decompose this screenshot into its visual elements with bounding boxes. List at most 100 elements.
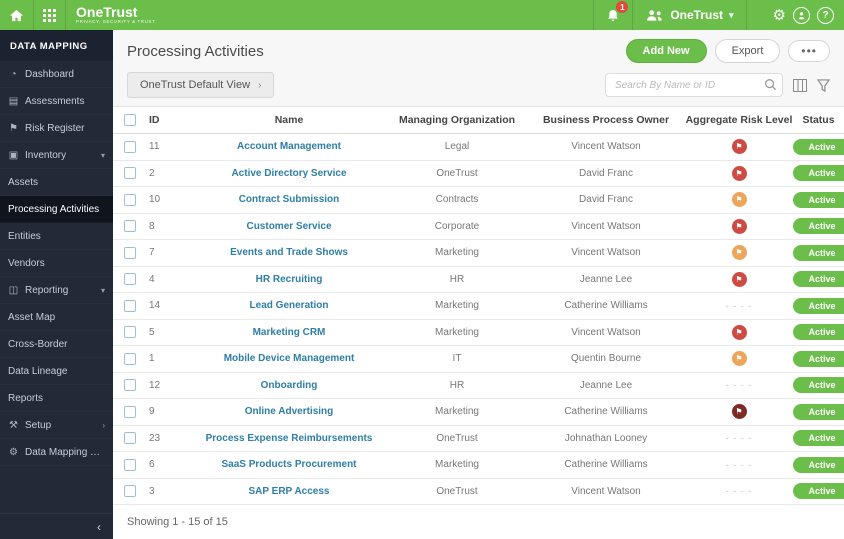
table-row[interactable]: 4 HR Recruiting HR Jeanne Lee ⚑ Active — [113, 267, 844, 293]
row-name-link[interactable]: Online Advertising — [245, 406, 334, 417]
more-options-button[interactable]: ••• — [788, 40, 830, 62]
status-badge: Active — [793, 271, 844, 288]
sidebar-item-reports[interactable]: Reports — [0, 385, 113, 412]
row-name-link[interactable]: Process Expense Reimbursements — [206, 433, 373, 444]
risk-flag-icon: ⚑ — [731, 351, 747, 367]
sidebar-item-processing-activities[interactable]: Processing Activities — [0, 196, 113, 223]
table-row[interactable]: 2 Active Directory Service OneTrust Davi… — [113, 161, 844, 187]
row-checkbox[interactable] — [124, 485, 136, 498]
row-name-link[interactable]: Marketing CRM — [253, 327, 326, 338]
row-name-link[interactable]: Mobile Device Management — [224, 353, 355, 364]
brand-logo: OneTrust Privacy, Security & Trust — [66, 0, 165, 30]
column-settings-icon[interactable] — [793, 78, 807, 92]
table-row[interactable]: 10 Contract Submission Contracts David F… — [113, 187, 844, 214]
row-name-link[interactable]: SAP ERP Access — [249, 486, 330, 497]
row-checkbox[interactable] — [124, 273, 136, 286]
sidebar-item-risk-register[interactable]: ⚑ Risk Register — [0, 115, 113, 142]
grid-icon — [43, 8, 56, 22]
row-name-link[interactable]: Customer Service — [246, 221, 331, 232]
app-window: OneTrust Privacy, Security & Trust 1 One… — [0, 0, 844, 539]
table-row[interactable]: 11 Account Management Legal Vincent Wats… — [113, 134, 844, 161]
settings-gear-icon[interactable]: ⚙ — [773, 6, 786, 24]
home-button[interactable] — [0, 0, 34, 30]
row-id: 8 — [149, 220, 155, 232]
column-header-managing-organization[interactable]: Managing Organization — [387, 114, 527, 126]
row-checkbox[interactable] — [124, 299, 136, 312]
sidebar-item-reporting[interactable]: ◫ Reporting ▾ — [0, 277, 113, 304]
row-managing-organization: Corporate — [434, 220, 480, 232]
dashboard-icon: ◔ — [10, 68, 17, 80]
view-selector-button[interactable]: OneTrust Default View › — [127, 72, 275, 98]
search-input[interactable] — [605, 73, 783, 97]
row-managing-organization: OneTrust — [436, 432, 478, 444]
table-row[interactable]: 5 Marketing CRM Marketing Vincent Watson… — [113, 320, 844, 346]
sidebar-item-entities[interactable]: Entities — [0, 223, 113, 250]
row-checkbox[interactable] — [124, 246, 136, 259]
row-checkbox[interactable] — [124, 220, 136, 233]
sidebar-item-setup[interactable]: ⚒ Setup › — [0, 412, 113, 439]
sidebar-item-inventory[interactable]: ▣ Inventory ▾ — [0, 142, 113, 169]
column-header-aggregate-risk-level[interactable]: Aggregate Risk Level — [685, 114, 793, 126]
export-button[interactable]: Export — [714, 39, 781, 63]
row-checkbox[interactable] — [124, 352, 136, 365]
row-name-link[interactable]: Onboarding — [261, 380, 318, 391]
table-row[interactable]: 12 Onboarding HR Jeanne Lee - - - - Acti… — [113, 373, 844, 399]
status-badge: Active — [793, 191, 844, 208]
chevron-down-icon: ▾ — [100, 285, 105, 295]
notifications-button[interactable]: 1 — [593, 0, 632, 30]
table-row[interactable]: 14 Lead Generation Marketing Catherine W… — [113, 293, 844, 320]
app-switcher-button[interactable] — [34, 0, 66, 30]
column-header-name[interactable]: Name — [191, 114, 387, 126]
sidebar-collapse-button[interactable]: ‹ — [0, 513, 113, 539]
row-name-link[interactable]: Contract Submission — [239, 194, 340, 205]
sidebar-item-cross-border[interactable]: Cross-Border — [0, 331, 113, 358]
sidebar-item-asset-map[interactable]: Asset Map — [0, 304, 113, 331]
table-row[interactable]: 6 SaaS Products Procurement Marketing Ca… — [113, 452, 844, 479]
row-name-link[interactable]: HR Recruiting — [256, 274, 323, 285]
sidebar-item-assessments[interactable]: ▤ Assessments — [0, 88, 113, 115]
chevron-right-icon: › — [102, 420, 105, 430]
user-account-icon[interactable] — [793, 6, 810, 24]
results-count: Showing 1 - 15 of 15 — [113, 505, 844, 539]
row-name-link[interactable]: Active Directory Service — [231, 168, 346, 179]
column-header-business-process-owner[interactable]: Business Process Owner — [527, 114, 685, 126]
add-new-button[interactable]: Add New — [625, 39, 707, 63]
row-name-link[interactable]: Account Management — [237, 141, 341, 152]
column-header-id[interactable]: ID — [147, 114, 191, 126]
org-selector-dropdown[interactable]: OneTrust ▾ — [632, 0, 747, 30]
row-name-link[interactable]: Lead Generation — [250, 300, 329, 311]
row-checkbox[interactable] — [124, 458, 136, 471]
row-managing-organization: HR — [449, 273, 465, 285]
status-badge: Active — [793, 165, 844, 182]
sidebar-item-data-mapping-settings[interactable]: ⚙ Data Mapping Settings — [0, 439, 113, 466]
sidebar-item-dashboard[interactable]: ◔ Dashboard — [0, 61, 113, 88]
table-row[interactable]: 8 Customer Service Corporate Vincent Wat… — [113, 214, 844, 240]
table-row[interactable]: 7 Events and Trade Shows Marketing Vince… — [113, 240, 844, 267]
row-id: 6 — [149, 459, 155, 471]
page-header: Processing Activities Add New Export ••• — [113, 30, 844, 70]
row-checkbox[interactable] — [124, 326, 136, 339]
table-row[interactable]: 9 Online Advertising Marketing Catherine… — [113, 399, 844, 426]
row-checkbox[interactable] — [124, 379, 136, 392]
row-checkbox[interactable] — [124, 193, 136, 206]
row-checkbox[interactable] — [124, 167, 136, 180]
help-icon[interactable]: ? — [817, 6, 834, 24]
risk-level-cell: ⚑ — [685, 271, 793, 287]
sidebar-item-data-lineage[interactable]: Data Lineage — [0, 358, 113, 385]
table-row[interactable]: 3 SAP ERP Access OneTrust Vincent Watson… — [113, 479, 844, 505]
row-managing-organization: Marketing — [435, 326, 479, 338]
table-row[interactable]: 1 Mobile Device Management IT Quentin Bo… — [113, 346, 844, 373]
table-row[interactable]: 23 Process Expense Reimbursements OneTru… — [113, 426, 844, 452]
row-id: 4 — [149, 273, 155, 285]
sidebar-item-vendors[interactable]: Vendors — [0, 250, 113, 277]
sidebar-item-assets[interactable]: Assets — [0, 169, 113, 196]
row-checkbox[interactable] — [124, 432, 136, 445]
column-header-status[interactable]: Status — [793, 114, 844, 126]
row-checkbox[interactable] — [124, 405, 136, 418]
row-name-link[interactable]: Events and Trade Shows — [230, 247, 348, 258]
select-all-checkbox[interactable] — [124, 114, 136, 126]
row-id: 12 — [149, 379, 161, 391]
filter-icon[interactable] — [817, 78, 830, 92]
row-checkbox[interactable] — [124, 140, 136, 153]
row-name-link[interactable]: SaaS Products Procurement — [221, 459, 356, 470]
